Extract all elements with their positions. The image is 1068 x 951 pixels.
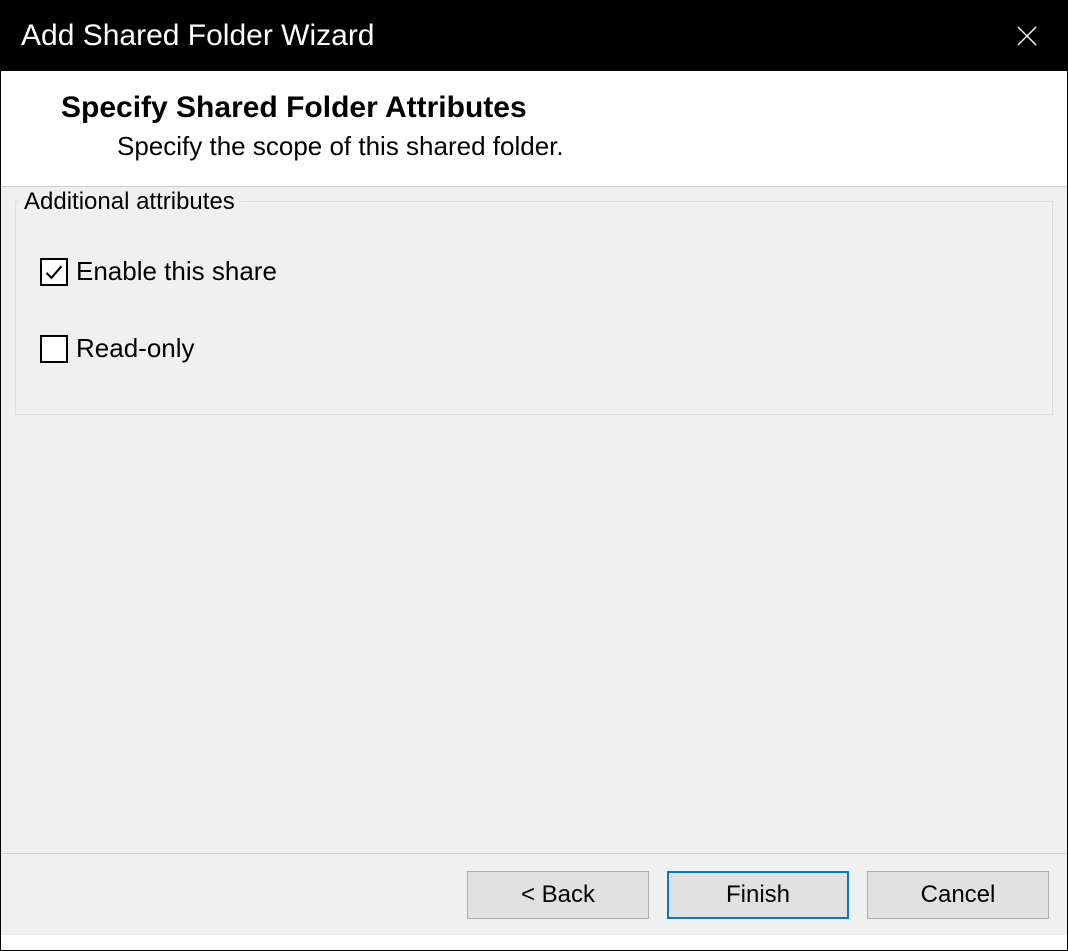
additional-attributes-group: Additional attributes Enable this share … [15, 201, 1053, 415]
read-only-label[interactable]: Read-only [76, 333, 195, 364]
back-button[interactable]: < Back [467, 871, 649, 919]
checkmark-icon [44, 262, 64, 282]
enable-share-row: Enable this share [40, 256, 1028, 287]
enable-share-checkbox[interactable] [40, 258, 68, 286]
enable-share-label[interactable]: Enable this share [76, 256, 277, 287]
read-only-checkbox[interactable] [40, 335, 68, 363]
groupbox-legend: Additional attributes [18, 188, 241, 216]
content-area: Additional attributes Enable this share … [1, 186, 1067, 853]
header-section: Specify Shared Folder Attributes Specify… [1, 71, 1067, 186]
footer: < Back Finish Cancel [1, 853, 1067, 935]
cancel-button[interactable]: Cancel [867, 871, 1049, 919]
close-icon [1016, 25, 1038, 47]
close-button[interactable] [1007, 16, 1047, 56]
page-subheading: Specify the scope of this shared folder. [61, 131, 1047, 162]
window-title: Add Shared Folder Wizard [21, 19, 375, 53]
read-only-row: Read-only [40, 333, 1028, 364]
titlebar: Add Shared Folder Wizard [1, 1, 1067, 71]
finish-button[interactable]: Finish [667, 871, 849, 919]
page-heading: Specify Shared Folder Attributes [61, 91, 1047, 125]
